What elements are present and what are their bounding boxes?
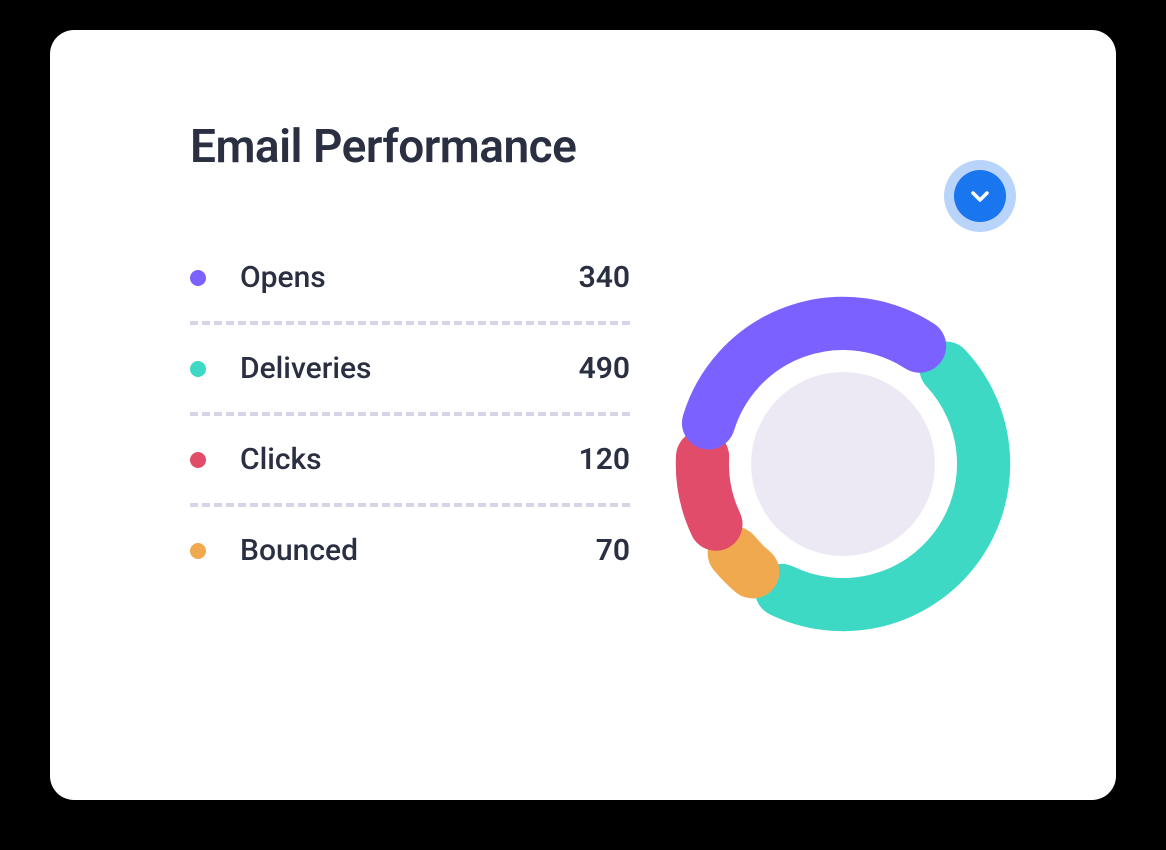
dot-icon [190, 361, 206, 377]
chevron-down-icon [954, 170, 1006, 222]
legend-item-bounced: Bounced 70 [190, 507, 630, 594]
legend-label: Opens [240, 260, 579, 295]
legend-list: Opens 340 Deliveries 490 Clicks 120 Boun… [190, 234, 630, 594]
page-title: Email Performance [190, 120, 1056, 174]
legend-label: Deliveries [240, 351, 579, 386]
dot-icon [190, 270, 206, 286]
legend-item-clicks: Clicks 120 [190, 416, 630, 503]
legend-value: 340 [579, 260, 630, 295]
donut-segment-clicks [702, 457, 716, 525]
legend-label: Clicks [240, 442, 579, 477]
legend-value: 490 [579, 351, 630, 386]
legend-item-deliveries: Deliveries 490 [190, 325, 630, 412]
dropdown-button[interactable] [944, 160, 1016, 232]
legend-value: 120 [579, 442, 630, 477]
donut-chart [630, 234, 1056, 654]
donut-segment-bounced [734, 553, 752, 572]
legend-value: 70 [596, 533, 630, 568]
dot-icon [190, 452, 206, 468]
legend-item-opens: Opens 340 [190, 234, 630, 321]
email-performance-card: Email Performance Opens 340 Deliveries 4… [50, 30, 1116, 800]
dot-icon [190, 543, 206, 559]
legend-label: Bounced [240, 533, 596, 568]
